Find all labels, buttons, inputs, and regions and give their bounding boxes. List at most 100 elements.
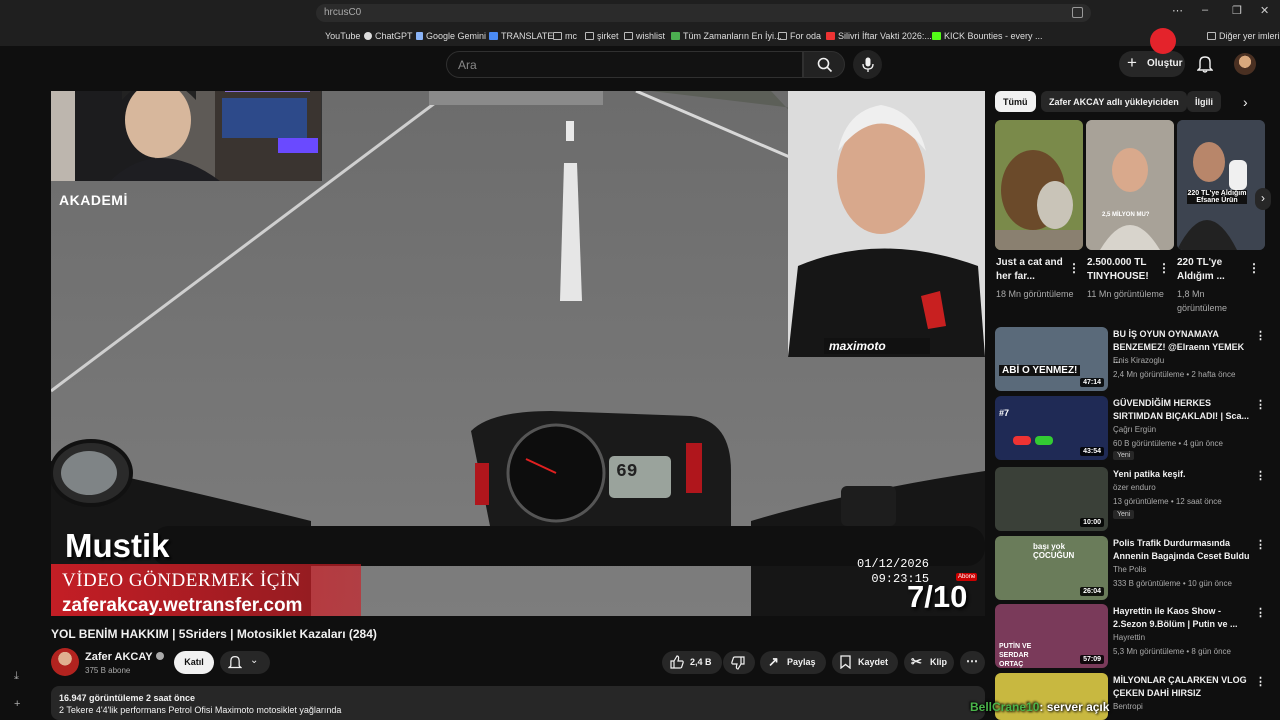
bookmark-gemini[interactable]: Google Gemini — [416, 31, 486, 41]
description-text: 2 Tekere 4'4'lik performans Petrol Ofisi… — [59, 705, 342, 715]
address-bar[interactable]: hrcusC0 — [316, 4, 1091, 22]
more-vert-icon[interactable]: ⋮ — [1255, 538, 1266, 551]
notifications-bell-icon[interactable] — [1197, 55, 1213, 73]
clip-button[interactable]: ✂ Klip — [904, 651, 954, 674]
rec-meta: 5,3 Mn görüntüleme • 8 gün önce — [1113, 647, 1231, 656]
chevron-right-icon[interactable]: › — [1243, 94, 1248, 110]
more-actions-button[interactable]: ⋯ — [960, 651, 985, 674]
short-thumbnail[interactable]: 2,5 MİLYON MU? — [1086, 120, 1174, 250]
rec-thumbnail[interactable]: #7 43:54 — [995, 396, 1108, 460]
short-title[interactable]: 2.500.000 TL TINYHOUSE! — [1087, 256, 1157, 284]
list-item[interactable]: ABİ O YENMEZ! 47:14 BU İŞ OYUN OYNAMAYA … — [995, 327, 1270, 391]
short-views: 11 Mn görüntüleme — [1087, 289, 1164, 299]
save-button[interactable]: Kaydet — [832, 651, 898, 674]
rec-meta: 60 B görüntüleme • 4 gün önce — [1113, 439, 1223, 448]
share-button[interactable]: ↗ Paylaş — [760, 651, 826, 674]
channel-subscribers: 375 B abone — [85, 666, 131, 675]
short-thumb-image — [995, 120, 1083, 250]
bookmark-wishlist[interactable]: wishlist — [624, 31, 665, 41]
rec-channel[interactable]: Enis Kirazoglu — [1113, 356, 1164, 365]
join-button[interactable]: Katıl — [174, 651, 214, 674]
rec-thumbnail[interactable]: PUTİN VE SERDAR ORTAÇ 57:09 — [995, 604, 1108, 668]
shorts-next-icon[interactable]: › — [1255, 188, 1271, 210]
list-item[interactable]: başı yok ÇOCUĞUN 26:04 Polis Trafik Durd… — [995, 536, 1270, 600]
short-title[interactable]: 220 TL'ye Aldığım ... — [1177, 256, 1247, 284]
rec-thumb-text: başı yok ÇOCUĞUN — [1033, 542, 1075, 560]
bookmark-kick[interactable]: KICK Bounties - every ... — [932, 31, 1043, 41]
bookmark-mc[interactable]: mc — [553, 31, 577, 41]
maximize-icon[interactable]: ❐ — [1232, 4, 1242, 17]
more-vert-icon[interactable]: ⋮ — [1255, 675, 1266, 688]
menu-dots-icon[interactable]: ⋯ — [1172, 4, 1183, 17]
other-bookmarks[interactable]: Diğer yer imleri — [1207, 31, 1280, 41]
rec-thumbnail[interactable]: ABİ O YENMEZ! 47:14 — [995, 327, 1108, 391]
rec-title[interactable]: MİLYONLAR ÇALARKEN VLOG ÇEKEN DAHİ HIRSI… — [1113, 674, 1253, 700]
bookmark-sirket[interactable]: şirket — [585, 31, 619, 41]
bookmark-chatgpt[interactable]: ChatGPT — [364, 31, 413, 41]
bookmark-tum-zamanlarin[interactable]: Tüm Zamanların En İyi... — [671, 31, 782, 41]
like-button[interactable]: 2,4 B — [662, 651, 722, 674]
rec-thumbnail[interactable]: başı yok ÇOCUĞUN 26:04 — [995, 536, 1108, 600]
rec-title[interactable]: Polis Trafik Durdurmasında Annenin Bagaj… — [1113, 537, 1253, 563]
more-vert-icon[interactable]: ⋮ — [1255, 398, 1266, 411]
account-avatar[interactable] — [1234, 53, 1256, 75]
presenter-scene — [788, 91, 985, 357]
short-thumbnail[interactable]: 220 TL'ye Aldığım Efsane Ürün — [1177, 120, 1265, 250]
rec-thumbnail[interactable]: 10:00 — [995, 467, 1108, 531]
more-vert-icon[interactable]: ⋮ — [1248, 261, 1260, 275]
add-icon[interactable]: + — [14, 698, 20, 710]
search-button[interactable] — [803, 51, 845, 78]
duration-badge: 57:09 — [1080, 655, 1104, 664]
video-player[interactable]: AKADEMİ maximoto Mustik VİDEO GÖNDERMEK … — [51, 91, 985, 616]
chip-related[interactable]: İlgili — [1187, 91, 1221, 112]
streamer-webcam — [51, 91, 322, 181]
bookmark-silivri[interactable]: Silivri İftar Vakti 2026:... — [826, 31, 932, 41]
description-box[interactable]: 16.947 görüntüleme 2 saat önce 2 Tekere … — [51, 686, 985, 720]
more-vert-icon[interactable]: ⋮ — [1255, 469, 1266, 482]
more-vert-icon[interactable]: ⋮ — [1068, 261, 1080, 275]
download-icon[interactable]: ⤓ — [14, 670, 19, 683]
recording-indicator — [1150, 28, 1176, 54]
rec-title[interactable]: Yeni patika keşif. — [1113, 468, 1253, 481]
more-vert-icon[interactable]: ⋮ — [1255, 329, 1266, 342]
search-input[interactable]: Ara — [446, 51, 803, 78]
bookmark-translate[interactable]: TRANSLATE — [489, 31, 553, 41]
close-window-icon[interactable]: ✕ — [1260, 4, 1269, 17]
dashcam-date: 01/12/2026 — [857, 557, 930, 571]
channel-name[interactable]: Zafer AKCAY — [85, 651, 164, 663]
rec-channel[interactable]: Çağrı Ergün — [1113, 425, 1156, 434]
minimize-icon[interactable]: – — [1202, 4, 1208, 16]
share-icon: ↗ — [768, 654, 779, 669]
notification-settings-button[interactable]: ⌄ — [220, 651, 270, 674]
chip-from-uploader[interactable]: Zafer AKCAY adlı yükleyiciden — [1041, 91, 1187, 112]
rec-title[interactable]: GÜVENDİĞİM HERKES SIRTIMDAN BIÇAKLADI! |… — [1113, 397, 1253, 423]
short-title[interactable]: Just a cat and her far... — [996, 256, 1066, 284]
channel-avatar[interactable] — [51, 648, 79, 676]
rec-channel[interactable]: özer enduro — [1113, 483, 1156, 492]
list-item[interactable]: PUTİN VE SERDAR ORTAÇ 57:09 Hayrettin il… — [995, 604, 1270, 668]
more-vert-icon[interactable]: ⋮ — [1255, 606, 1266, 619]
rec-channel[interactable]: The Polis — [1113, 565, 1146, 574]
rec-meta: 13 görüntüleme • 12 saat önce — [1113, 497, 1222, 506]
rec-channel[interactable]: Hayrettin — [1113, 633, 1145, 642]
more-vert-icon[interactable]: ⋮ — [1158, 261, 1170, 275]
create-button[interactable]: + Oluştur — [1119, 51, 1185, 77]
list-item[interactable]: 10:00 Yeni patika keşif. özer enduro 13 … — [995, 467, 1270, 531]
bookmark-youtube[interactable]: YouTube — [325, 31, 360, 41]
address-text: hrcusC0 — [324, 7, 362, 18]
folder-icon — [1207, 32, 1216, 40]
rec-channel[interactable]: Bentropi — [1113, 702, 1143, 711]
list-item[interactable]: #7 43:54 GÜVENDİĞİM HERKES SIRTIMDAN BIÇ… — [995, 396, 1270, 460]
chip-all[interactable]: Tümü — [995, 91, 1036, 112]
rec-title[interactable]: Hayrettin ile Kaos Show - 2.Sezon 9.Bölü… — [1113, 605, 1253, 631]
voice-search-button[interactable] — [853, 50, 882, 79]
short-thumbnail[interactable] — [995, 120, 1083, 250]
reader-mode-icon[interactable] — [1072, 7, 1083, 18]
thumb-green-button — [1035, 436, 1053, 445]
short-overlay-text: 220 TL'ye Aldığım Efsane Ürün — [1187, 190, 1247, 204]
bookmark-for-oda[interactable]: For oda — [778, 31, 821, 41]
more-horizontal-icon: ⋯ — [966, 654, 978, 668]
browser-titlebar: hrcusC0 ⋯ – ❐ ✕ — [0, 0, 1280, 26]
dislike-button[interactable] — [723, 651, 755, 674]
verified-icon — [155, 652, 164, 660]
